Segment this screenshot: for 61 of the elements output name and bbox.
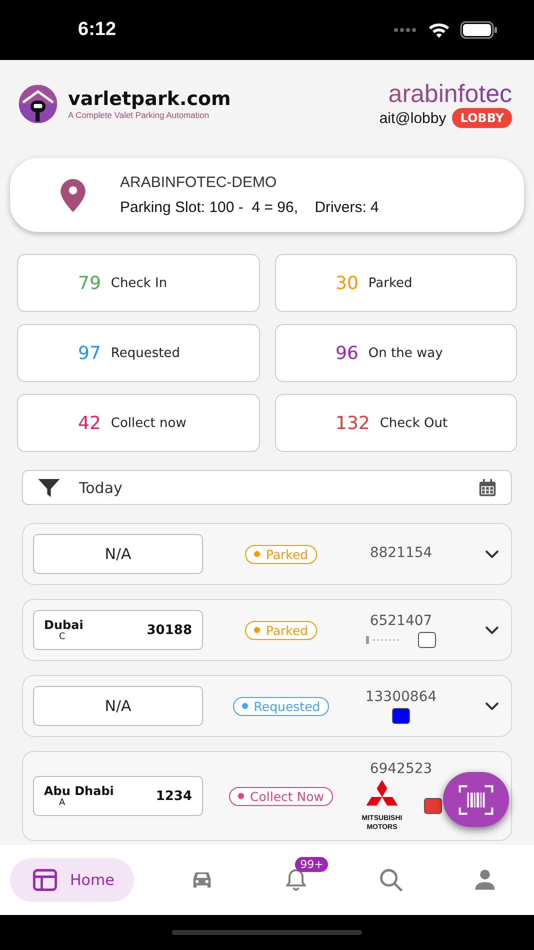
search-icon xyxy=(378,867,404,893)
filter-label: Today xyxy=(79,478,124,496)
status-badge: Collect Now xyxy=(229,786,333,806)
stat-label: Check In xyxy=(110,276,168,290)
filter-icon xyxy=(37,478,61,496)
nav-tab[interactable]: Home xyxy=(10,858,134,902)
location-name: ARABINFOTEC-DEMO xyxy=(120,174,278,191)
plate-emirate: Abu Dhabi xyxy=(44,784,114,798)
plate-text: N/A xyxy=(104,545,132,563)
stat-card[interactable]: 97 Requested xyxy=(17,324,260,382)
ticket-number: 6521407 xyxy=(370,612,432,628)
plate-code: A xyxy=(58,798,66,808)
location-pin-icon xyxy=(60,178,86,212)
ticket-card[interactable]: N/A Requested 13300864 xyxy=(22,675,512,737)
stat-label: Parked xyxy=(368,276,412,290)
wifi-icon xyxy=(428,22,450,38)
status-badge: Parked xyxy=(244,544,318,564)
calendar-icon xyxy=(478,478,497,496)
plate-code: C xyxy=(58,632,66,642)
stat-label: Collect now xyxy=(110,416,186,430)
stat-label: Check Out xyxy=(380,416,448,430)
ticket-number: 6942523 xyxy=(370,760,432,776)
home-icon xyxy=(32,867,58,893)
plate-text: N/A xyxy=(104,697,132,715)
tagline: A Complete Valet Parking Automation xyxy=(68,110,210,120)
location-summary: Parking Slot: 100 - 4 = 96, Drivers: 4 xyxy=(120,199,379,216)
ticket-number: 13300864 xyxy=(365,688,437,704)
battery-icon xyxy=(460,21,498,39)
signal-dots-icon xyxy=(392,27,418,33)
stat-count: 97 xyxy=(78,342,101,364)
plate-number: 1234 xyxy=(156,788,192,804)
bell-icon xyxy=(283,867,310,893)
ticket-card[interactable]: Dubai C 30188 Parked 6521407 xyxy=(22,599,512,661)
stat-card[interactable]: 42 Collect now xyxy=(17,394,260,452)
stat-count: 132 xyxy=(336,412,370,434)
stat-card[interactable]: 30 Parked xyxy=(274,254,517,312)
plate-emirate: Dubai xyxy=(44,618,84,632)
chevron-down-icon[interactable] xyxy=(485,626,499,634)
stat-count: 42 xyxy=(78,412,101,434)
ticket-number: 8821154 xyxy=(370,544,432,560)
status-badge: Parked xyxy=(244,620,318,640)
plate-number: 30188 xyxy=(146,622,192,638)
stat-label: On the way xyxy=(368,346,443,360)
stat-card[interactable]: 96 On the way xyxy=(274,324,517,382)
ticket-card[interactable]: N/A Parked 8821154 xyxy=(22,523,512,585)
stat-card[interactable]: 132 Check Out xyxy=(274,394,517,452)
chevron-down-icon[interactable] xyxy=(485,702,499,710)
clock-time: 6:12 xyxy=(78,19,116,41)
status-badge: Requested xyxy=(232,696,330,716)
stat-card[interactable]: 79 Check In xyxy=(17,254,260,312)
stat-count: 79 xyxy=(78,272,101,294)
stat-count: 96 xyxy=(336,342,358,364)
date-filter[interactable]: Today xyxy=(22,470,512,505)
stat-count: 30 xyxy=(336,272,358,294)
user-name: ait@lobby xyxy=(379,110,446,126)
barcode-scan-icon xyxy=(458,784,494,814)
brand-name: varletpark.com xyxy=(68,88,231,110)
role-badge: LOBBY xyxy=(452,108,512,128)
chevron-down-icon[interactable] xyxy=(485,550,499,558)
notification-badge: 99+ xyxy=(295,857,328,872)
stat-label: Requested xyxy=(110,346,180,360)
